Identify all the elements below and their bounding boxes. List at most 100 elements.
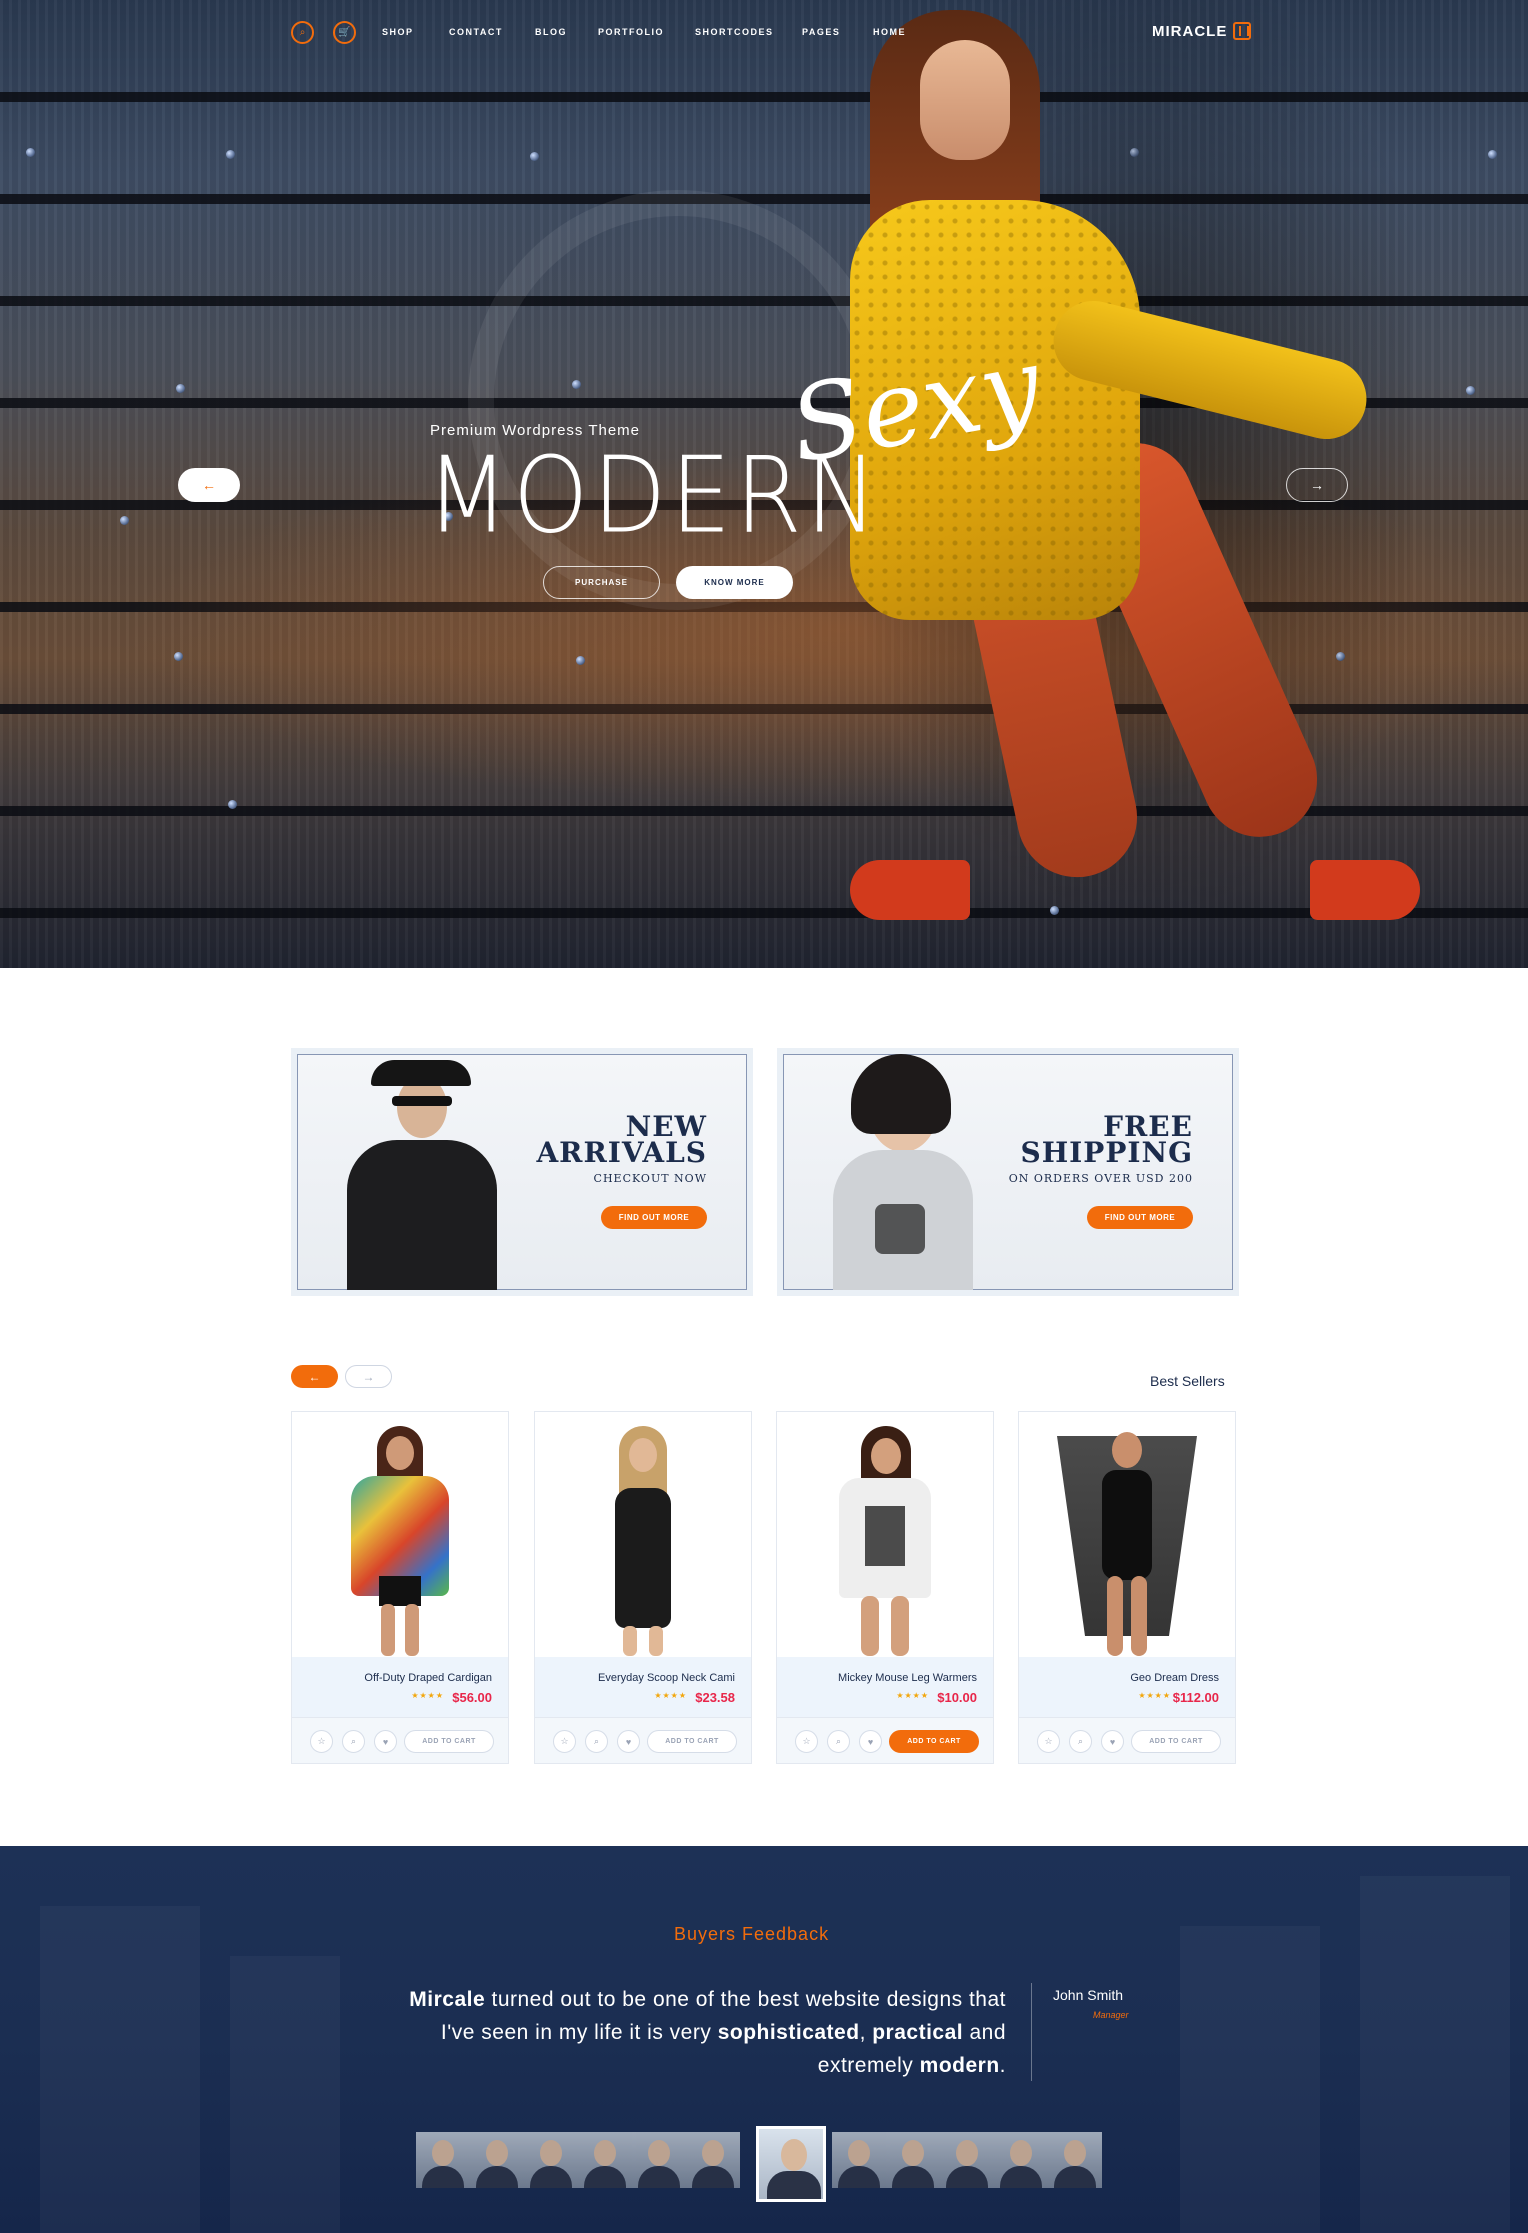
product-image[interactable]	[292, 1412, 508, 1657]
site-logo[interactable]: MIRACLE	[1152, 22, 1252, 40]
best-sellers-prev-button[interactable]: ←	[291, 1365, 338, 1388]
product-card[interactable]: Everyday Scoop Neck Cami $23.58 ★★★★ ☆ ⌕…	[534, 1411, 752, 1764]
wishlist-button[interactable]: ♥	[617, 1730, 640, 1753]
product-name[interactable]: Off-Duty Draped Cardigan	[364, 1672, 492, 1684]
compare-button[interactable]: ☆	[1037, 1730, 1060, 1753]
purchase-button[interactable]: PURCHASE	[543, 566, 660, 599]
star-icon: ☆	[1044, 1736, 1053, 1746]
quick-view-button[interactable]: ⌕	[1069, 1730, 1092, 1753]
promo-headline-line-2: SHIPPING	[1020, 1136, 1193, 1169]
avatar[interactable]	[470, 2132, 524, 2188]
add-to-cart-button[interactable]: ADD TO CART	[647, 1730, 737, 1753]
know-more-button[interactable]: KNOW MORE	[676, 566, 793, 599]
promo-model-image	[823, 1054, 973, 1290]
rating-stars: ★★★★	[896, 1691, 929, 1700]
cart-button[interactable]: 🛒	[333, 21, 356, 44]
nav-item-portfolio[interactable]: PORTFOLIO	[598, 27, 664, 37]
quick-view-button[interactable]: ⌕	[342, 1730, 365, 1753]
avatar[interactable]	[416, 2132, 470, 2188]
heart-icon: ♥	[1109, 1736, 1116, 1747]
product-image[interactable]	[1019, 1412, 1235, 1657]
nav-item-home[interactable]: HOME	[873, 27, 906, 37]
promo-headline-line-2: ARRIVALS	[536, 1136, 707, 1169]
search-icon: ⌕	[1077, 1736, 1084, 1746]
wishlist-button[interactable]: ♥	[374, 1730, 397, 1753]
feedback-title: Buyers Feedback	[674, 1924, 830, 1944]
arrow-right-icon: →	[1310, 477, 1324, 493]
add-to-cart-button[interactable]: ADD TO CART	[889, 1730, 979, 1753]
rating-stars: ★★★★	[411, 1691, 444, 1700]
product-card[interactable]: Off-Duty Draped Cardigan $56.00 ★★★★ ☆ ⌕…	[291, 1411, 509, 1764]
arrow-left-icon: ←	[202, 477, 216, 493]
search-button[interactable]: ⌕	[291, 21, 314, 44]
product-card[interactable]: Mickey Mouse Leg Warmers $10.00 ★★★★ ☆ ⌕…	[776, 1411, 994, 1764]
avatar[interactable]	[994, 2132, 1048, 2188]
product-image[interactable]	[777, 1412, 993, 1657]
rivet-decoration	[576, 656, 585, 665]
compare-button[interactable]: ☆	[795, 1730, 818, 1753]
compare-button[interactable]: ☆	[553, 1730, 576, 1753]
avatar[interactable]	[632, 2132, 686, 2188]
nav-item-shop[interactable]: SHOP	[382, 27, 414, 37]
rivet-decoration	[176, 384, 185, 393]
best-sellers-next-button[interactable]: →	[345, 1365, 392, 1388]
star-icon: ☆	[802, 1736, 811, 1746]
avatar[interactable]	[886, 2132, 940, 2188]
quote-brand: Mircale	[409, 1988, 486, 2011]
page: Sexy Premium Wordpress Theme MODERN PURC…	[0, 0, 1528, 2233]
star-icon: ☆	[560, 1736, 569, 1746]
quick-view-button[interactable]: ⌕	[585, 1730, 608, 1753]
star-icon: ☆	[317, 1736, 326, 1746]
nav-item-contact[interactable]: CONTACT	[449, 27, 503, 37]
avatar[interactable]	[578, 2132, 632, 2188]
compare-button[interactable]: ☆	[310, 1730, 333, 1753]
nav-item-shortcodes[interactable]: SHORTCODES	[695, 27, 774, 37]
rivet-decoration	[572, 380, 581, 389]
quote-divider	[1031, 1983, 1032, 2081]
product-price: $112.00	[1172, 1690, 1219, 1705]
rating-stars: ★★★★	[1138, 1691, 1171, 1700]
rivet-decoration	[530, 152, 539, 161]
quote-highlight: practical	[872, 2021, 964, 2044]
quote-text: ,	[859, 2021, 873, 2044]
avatar[interactable]	[524, 2132, 578, 2188]
add-to-cart-button[interactable]: ADD TO CART	[404, 1730, 494, 1753]
arrow-right-icon: →	[362, 1369, 375, 1384]
quote-highlight: modern	[919, 2054, 1000, 2077]
quick-view-button[interactable]: ⌕	[827, 1730, 850, 1753]
logo-text: MIRACLE	[1152, 22, 1228, 40]
testimonial-author: John Smith	[1053, 1987, 1124, 2003]
promo-subtitle: CHECKOUT NOW	[593, 1172, 707, 1185]
testimonial-avatars	[416, 2126, 1111, 2202]
avatar[interactable]	[686, 2132, 740, 2188]
nav-item-blog[interactable]: BLOG	[535, 27, 567, 37]
avatar[interactable]	[832, 2132, 886, 2188]
avatar[interactable]	[940, 2132, 994, 2188]
rivet-decoration	[174, 652, 183, 661]
product-name[interactable]: Geo Dream Dress	[1130, 1672, 1219, 1684]
slider-prev-button[interactable]: ←	[178, 468, 240, 502]
avatar[interactable]	[1048, 2132, 1102, 2188]
promo-free-shipping[interactable]: FREE SHIPPING ON ORDERS OVER USD 200 FIN…	[777, 1048, 1239, 1296]
wishlist-button[interactable]: ♥	[1101, 1730, 1124, 1753]
add-to-cart-button[interactable]: ADD TO CART	[1131, 1730, 1221, 1753]
find-out-more-button[interactable]: FIND OUT MORE	[601, 1206, 707, 1229]
product-price: $56.00	[452, 1690, 492, 1705]
product-name[interactable]: Mickey Mouse Leg Warmers	[838, 1672, 977, 1684]
product-image[interactable]	[535, 1412, 751, 1657]
promo-new-arrivals[interactable]: NEW ARRIVALS CHECKOUT NOW FIND OUT MORE	[291, 1048, 753, 1296]
cart-icon: 🛒	[338, 27, 351, 38]
avatar-selected[interactable]	[756, 2126, 826, 2202]
product-name[interactable]: Everyday Scoop Neck Cami	[598, 1672, 735, 1684]
city-background	[1360, 1876, 1510, 2233]
city-background	[1180, 1926, 1320, 2233]
wishlist-button[interactable]: ♥	[859, 1730, 882, 1753]
rivet-decoration	[120, 516, 129, 525]
heart-icon: ♥	[382, 1736, 389, 1747]
search-icon: ⌕	[299, 27, 306, 38]
rivet-decoration	[228, 800, 237, 809]
product-card[interactable]: Geo Dream Dress $112.00 ★★★★ ☆ ⌕ ♥ ADD T…	[1018, 1411, 1236, 1764]
slider-next-button[interactable]: →	[1286, 468, 1348, 502]
nav-item-pages[interactable]: PAGES	[802, 27, 840, 37]
find-out-more-button[interactable]: FIND OUT MORE	[1087, 1206, 1193, 1229]
